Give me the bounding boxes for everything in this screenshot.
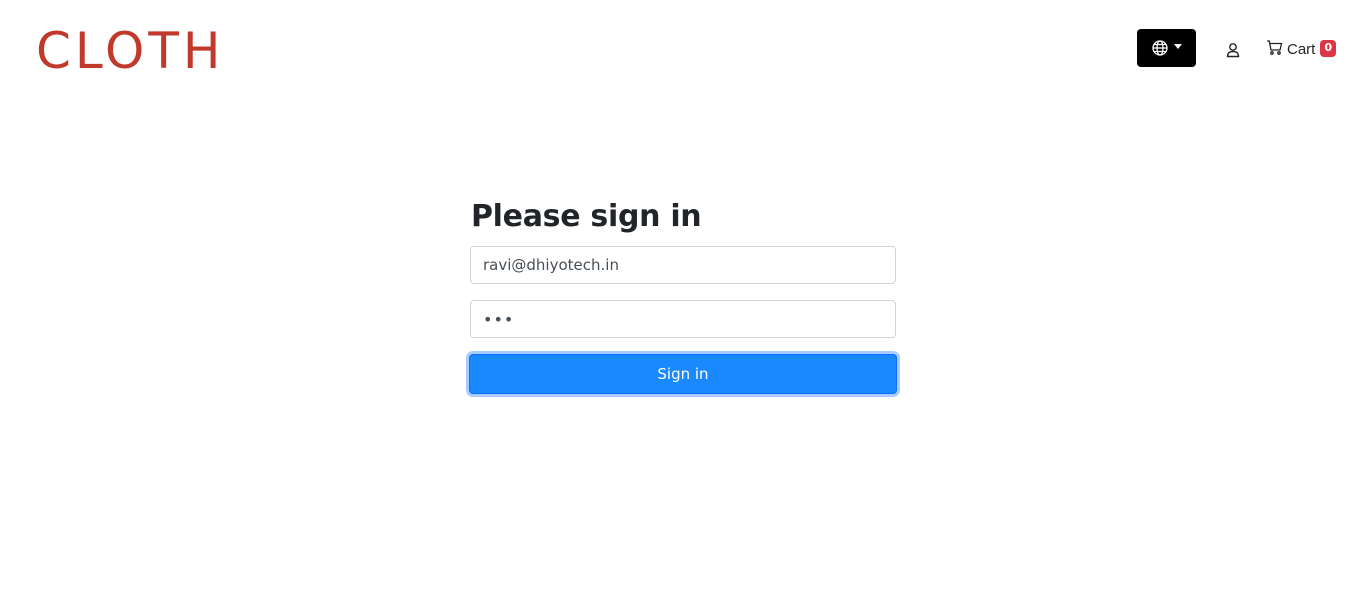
sign-in-button[interactable]: Sign in <box>469 354 897 394</box>
cart-label: Cart <box>1287 40 1316 58</box>
user-icon <box>1224 43 1242 63</box>
page: CLOTH Cart 0 Please sign in ravi@dhiyote… <box>0 0 1366 589</box>
globe-icon <box>1151 40 1168 56</box>
account-button[interactable] <box>1224 41 1242 59</box>
cart-icon <box>1266 39 1283 60</box>
sign-in-form: Please sign in Sign in <box>469 196 897 394</box>
caret-down-icon <box>1173 44 1182 49</box>
cart-link[interactable]: Cart 0 <box>1266 38 1337 60</box>
sign-in-heading: Please sign in <box>471 199 702 234</box>
language-dropdown-button[interactable] <box>1137 29 1196 67</box>
cart-count-badge: 0 <box>1320 39 1337 57</box>
password-field[interactable] <box>470 300 896 338</box>
email-field[interactable] <box>470 246 896 284</box>
site-logo[interactable]: CLOTH <box>36 22 224 80</box>
